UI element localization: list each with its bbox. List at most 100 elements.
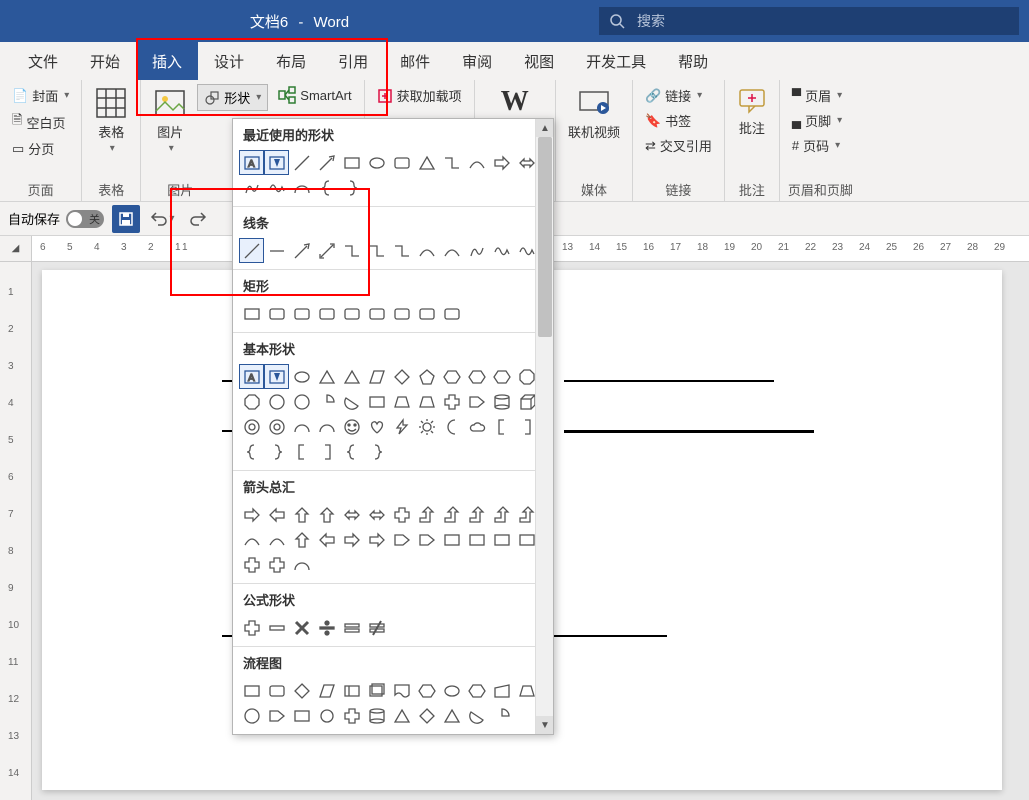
shape-connector[interactable] — [314, 703, 339, 728]
shapes-button[interactable]: 形状▾ — [197, 84, 268, 111]
shape-darrowb[interactable] — [339, 502, 364, 527]
shape-cyl[interactable] — [364, 703, 389, 728]
table-button[interactable]: 表格▾ — [90, 84, 132, 156]
pictures-button[interactable]: 图片▾ — [149, 84, 191, 156]
shape-rect[interactable] — [339, 150, 364, 175]
shape-lbrace[interactable] — [239, 439, 264, 464]
shape-can[interactable] — [464, 389, 489, 414]
shape-textboxv[interactable] — [264, 364, 289, 389]
bookmark-button[interactable]: 🔖书签 — [641, 109, 716, 132]
tab-review[interactable]: 审阅 — [446, 42, 508, 80]
shape-octagon[interactable] — [239, 389, 264, 414]
link-button[interactable]: 🔗链接▾ — [641, 84, 716, 107]
shape-textboxv[interactable] — [264, 150, 289, 175]
vertical-ruler[interactable]: 1234567891011121314 — [0, 262, 32, 800]
shape-uarrow[interactable] — [289, 527, 314, 552]
shape-rrect[interactable] — [314, 301, 339, 326]
shape-decision[interactable] — [289, 678, 314, 703]
scroll-up-icon[interactable]: ▲ — [536, 119, 554, 137]
shape-freeform[interactable] — [464, 238, 489, 263]
shape-chord[interactable] — [464, 703, 489, 728]
shape-bent[interactable] — [414, 502, 439, 527]
shape-uarrow[interactable] — [289, 502, 314, 527]
shape-scribble[interactable] — [489, 238, 514, 263]
shape-can[interactable] — [414, 527, 439, 552]
shape-diamond[interactable] — [389, 364, 414, 389]
shape-trap[interactable] — [389, 389, 414, 414]
shape-can[interactable] — [264, 703, 289, 728]
shape-elbow[interactable] — [439, 150, 464, 175]
shape-rbracket[interactable] — [314, 439, 339, 464]
shape-rarrow[interactable] — [339, 527, 364, 552]
shape-tri[interactable] — [389, 703, 414, 728]
shape-doc[interactable] — [389, 678, 414, 703]
shape-lbracket[interactable] — [489, 414, 514, 439]
shape-lbracket[interactable] — [289, 439, 314, 464]
shape-rect[interactable] — [289, 703, 314, 728]
shape-rrect[interactable] — [264, 301, 289, 326]
shape-tri[interactable] — [439, 703, 464, 728]
shape-multidoc[interactable] — [364, 678, 389, 703]
tab-help[interactable]: 帮助 — [662, 42, 724, 80]
shape-lbrace[interactable] — [339, 439, 364, 464]
shape-rarrow[interactable] — [489, 150, 514, 175]
shape-larrows[interactable] — [264, 502, 289, 527]
shape-prep[interactable] — [464, 678, 489, 703]
shape-tri[interactable] — [414, 150, 439, 175]
shape-arc[interactable] — [289, 552, 314, 577]
shape-rrect[interactable] — [339, 301, 364, 326]
undo-button[interactable]: ▾ — [148, 205, 176, 233]
shape-rrect[interactable] — [414, 301, 439, 326]
shape-rect[interactable] — [489, 527, 514, 552]
shape-rect[interactable] — [439, 527, 464, 552]
smartart-button[interactable]: SmartArt — [274, 84, 355, 106]
shape-curve[interactable] — [464, 150, 489, 175]
search-box[interactable]: 搜索 — [599, 7, 1019, 35]
shape-plus[interactable] — [389, 502, 414, 527]
shape-oval[interactable] — [289, 364, 314, 389]
tab-mailings[interactable]: 邮件 — [384, 42, 446, 80]
shape-lbrace[interactable] — [314, 175, 339, 200]
cover-page-button[interactable]: 📄封面▾ — [8, 84, 73, 107]
scroll-thumb[interactable] — [538, 137, 552, 337]
shape-plus[interactable] — [339, 703, 364, 728]
shape-arrow[interactable] — [289, 238, 314, 263]
shape-curve[interactable] — [439, 238, 464, 263]
shape-curve[interactable] — [414, 238, 439, 263]
shape-plus[interactable] — [239, 552, 264, 577]
shape-cloud[interactable] — [464, 414, 489, 439]
autosave-toggle[interactable]: 关 — [66, 210, 104, 228]
shape-oval[interactable] — [439, 678, 464, 703]
shape-darrowb[interactable] — [364, 502, 389, 527]
scroll-down-icon[interactable]: ▼ — [536, 716, 554, 734]
addins-button[interactable]: 获取加载项 — [373, 84, 466, 107]
shape-bolt[interactable] — [389, 414, 414, 439]
shape-circle[interactable] — [289, 389, 314, 414]
crossref-button[interactable]: ⇄交叉引用 — [641, 134, 716, 157]
shape-arc[interactable] — [314, 414, 339, 439]
online-video-button[interactable]: 联机视频 — [564, 84, 624, 143]
line-shape[interactable] — [564, 430, 814, 433]
shape-divide[interactable] — [314, 615, 339, 640]
shape-pie[interactable] — [489, 703, 514, 728]
dropdown-scrollbar[interactable]: ▲ ▼ — [535, 119, 553, 734]
shape-scribble[interactable] — [264, 175, 289, 200]
shape-rect[interactable] — [364, 389, 389, 414]
shape-cyl[interactable] — [489, 389, 514, 414]
shape-donut[interactable] — [239, 414, 264, 439]
shape-rrect[interactable] — [264, 678, 289, 703]
shape-rhombus[interactable] — [314, 678, 339, 703]
save-button[interactable] — [112, 205, 140, 233]
shape-curve[interactable] — [239, 527, 264, 552]
shape-rarrow[interactable] — [364, 527, 389, 552]
shape-rbrace[interactable] — [264, 439, 289, 464]
shape-darrow[interactable] — [314, 238, 339, 263]
shape-textbox[interactable]: A — [239, 150, 264, 175]
redo-button[interactable] — [184, 205, 212, 233]
shape-pie[interactable] — [314, 389, 339, 414]
tab-file[interactable]: 文件 — [12, 42, 74, 80]
shape-rrect[interactable] — [439, 301, 464, 326]
shape-bent[interactable] — [464, 502, 489, 527]
shape-plus[interactable] — [264, 552, 289, 577]
tab-layout[interactable]: 布局 — [260, 42, 322, 80]
